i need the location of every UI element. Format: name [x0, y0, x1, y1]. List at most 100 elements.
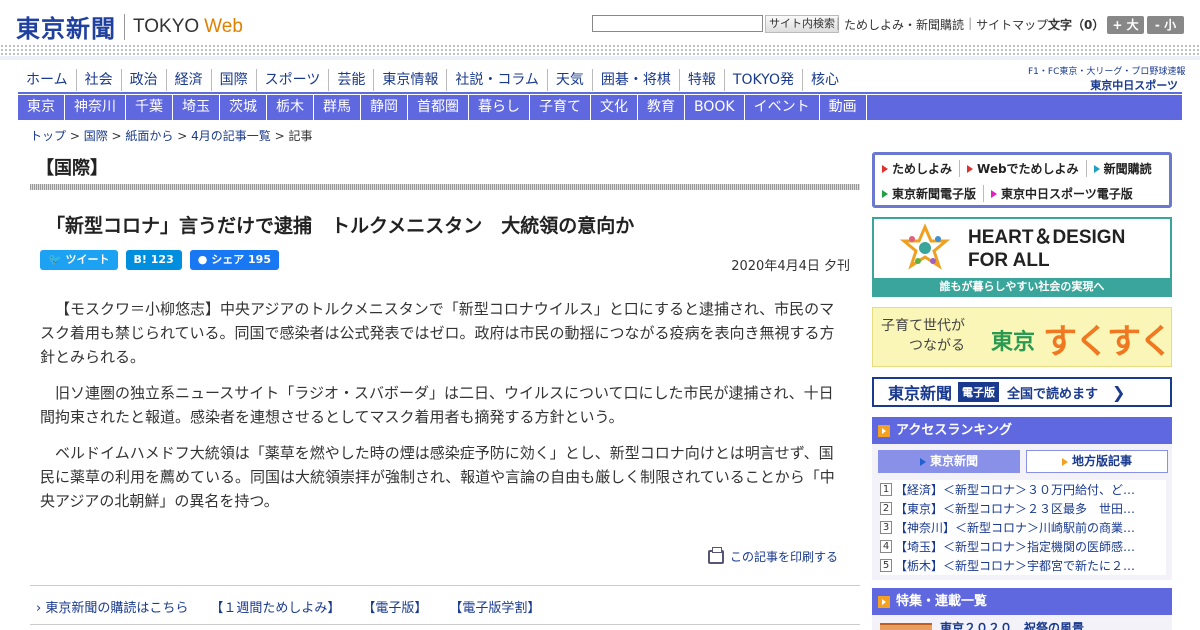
lnav-kosodate[interactable]: 子育て	[530, 95, 591, 120]
sports-banner-logo: 東京中日スポーツ	[1090, 79, 1178, 92]
nav-economy[interactable]: 経済	[165, 69, 211, 91]
ranking-item-text: 【栃木】＜新型コロナ＞宇都宮で新たに２…	[895, 559, 1136, 573]
sukusuku-tagline-2: つながる	[909, 338, 965, 354]
category-rule	[30, 184, 860, 190]
rank-number: 5	[880, 559, 892, 572]
nav-weather[interactable]: 天気	[546, 69, 592, 91]
sub-tokyo-digital-label: 東京新聞電子版	[892, 187, 977, 201]
nav-politics[interactable]: 政治	[120, 69, 166, 91]
feature-thumbnail[interactable]	[880, 623, 932, 630]
chunichi-sports-banner[interactable]: F1・FC東京・大リーグ・プロ野球速報 東京中日スポーツ	[1028, 64, 1185, 93]
lnav-shutoken[interactable]: 首都圏	[408, 95, 469, 120]
breadcrumb-international[interactable]: 国際	[84, 129, 108, 143]
ranking-item[interactable]: 4 【埼玉】＜新型コロナ＞指定機関の医師感…	[880, 537, 1166, 556]
lnav-tokyo[interactable]: 東京	[18, 95, 65, 120]
print-article-link[interactable]: この記事を印刷する	[708, 546, 838, 565]
hatena-bookmark-button[interactable]: B! 123	[125, 250, 182, 270]
ranking-item-text: 【埼玉】＜新型コロナ＞指定機関の医師感…	[895, 540, 1136, 554]
font-size-up-button[interactable]: + 大	[1107, 16, 1144, 34]
lnav-chiba[interactable]: 千葉	[126, 95, 173, 120]
sub-tokyo-digital-link[interactable]: 東京新聞電子版	[875, 185, 983, 202]
ebook-tag: 電子版	[958, 382, 1000, 402]
ranking-tabs: 東京新聞 地方版記事	[878, 450, 1168, 473]
breadcrumb-top[interactable]: トップ	[30, 129, 66, 143]
lnav-saitama[interactable]: 埼玉	[173, 95, 220, 120]
breadcrumb-print-edition[interactable]: 紙面から	[125, 129, 173, 143]
lnav-book[interactable]: BOOK	[685, 95, 745, 120]
search-input[interactable]	[592, 15, 763, 32]
triangle-right-icon	[882, 189, 888, 198]
font-size-down-button[interactable]: - 小	[1147, 16, 1184, 34]
top-link-subscribe[interactable]: ためしよみ・新聞購読	[844, 16, 964, 33]
nav-special[interactable]: 特報	[678, 69, 724, 91]
nav-entertainment[interactable]: 芸能	[328, 69, 373, 91]
triangle-right-icon	[991, 189, 998, 198]
ranking-item[interactable]: 3 【神奈川】＜新型コロナ＞川崎駅前の商業…	[880, 518, 1166, 537]
sub-trial-link[interactable]: ためしよみ	[875, 160, 959, 177]
sukusuku-banner[interactable]: 子育て世代が つながる 東京 すくすく	[872, 307, 1173, 367]
sub-chunichi-digital-label: 東京中日スポーツ電子版	[1001, 187, 1133, 201]
lnav-tochigi[interactable]: 栃木	[267, 95, 314, 120]
lnav-education[interactable]: 教育	[638, 95, 685, 120]
ranking-title: アクセスランキング	[896, 423, 1012, 438]
heart-design-banner[interactable]: HEART＆DESIGN FOR ALL 誰もが暮らしやすい社会の実現へ	[872, 217, 1172, 297]
lnav-ibaraki[interactable]: 茨城	[220, 95, 267, 120]
digital-student-link[interactable]: 【電子版学割】	[449, 597, 540, 616]
subscribe-link[interactable]: › 東京新聞の購読はこちら	[36, 597, 188, 616]
trial-week-link[interactable]: 【１週間ためしよみ】	[210, 597, 340, 616]
printer-icon	[708, 546, 724, 564]
lnav-gunma[interactable]: 群馬	[314, 95, 361, 120]
nav-international[interactable]: 国際	[210, 69, 256, 91]
feature-item-text[interactable]: 東京２０２０ 祝祭の風景	[940, 619, 1084, 630]
digital-edition-link[interactable]: 【電子版】	[362, 597, 427, 616]
heart-title-line2: FOR ALL	[968, 250, 1050, 271]
tab-tokyo-shimbun[interactable]: 東京新聞	[878, 450, 1020, 473]
rank-number: 3	[880, 521, 892, 534]
breadcrumb-april-list[interactable]: 4月の記事一覧	[191, 129, 271, 143]
heart-tagline: 誰もが暮らしやすい社会の実現へ	[874, 278, 1170, 295]
sukusuku-title: すくすく	[1043, 322, 1173, 362]
lnav-culture[interactable]: 文化	[591, 95, 638, 120]
ebook-logo: 東京新聞	[888, 384, 953, 403]
sub-subscribe-link[interactable]: 新聞購読	[1085, 160, 1159, 177]
tweet-button[interactable]: 🐦 ツイート	[40, 250, 118, 270]
global-nav: ホーム 社会 政治 経済 国際 スポーツ 芸能 東京情報 社説・コラム 天気 囲…	[18, 69, 847, 91]
lnav-kurashi[interactable]: 暮らし	[469, 95, 530, 120]
sukusuku-tagline: 子育て世代が つながる	[881, 316, 965, 356]
footer-rule-bottom	[30, 624, 860, 625]
flower-logo-icon	[899, 223, 951, 270]
ranking-item-text: 【経済】＜新型コロナ＞３０万円給付、ど…	[895, 483, 1136, 497]
nav-tokyo-info[interactable]: 東京情報	[373, 69, 446, 91]
facebook-share-button[interactable]: ● シェア 195	[189, 250, 279, 270]
top-link-sitemap[interactable]: サイトマップ	[976, 16, 1048, 33]
lnav-event[interactable]: イベント	[745, 95, 820, 120]
breadcrumb-sep: >	[66, 129, 84, 143]
digital-edition-banner[interactable]: 東京新聞 電子版 全国で読めます ❯	[872, 377, 1172, 407]
site-logo[interactable]: 東京新聞 TOKYO Web	[16, 9, 243, 44]
nav-tokyo-hatsu[interactable]: TOKYO発	[723, 69, 802, 91]
nav-home[interactable]: ホーム	[18, 69, 76, 91]
nav-editorial[interactable]: 社説・コラム	[446, 69, 547, 91]
ranking-item[interactable]: 1 【経済】＜新型コロナ＞３０万円給付、ど…	[880, 480, 1166, 499]
sub-web-trial-link[interactable]: Webでためしよみ	[959, 160, 1086, 177]
nav-kakushin[interactable]: 核心	[801, 69, 847, 91]
tab-local-articles[interactable]: 地方版記事	[1026, 450, 1168, 473]
lnav-kanagawa[interactable]: 神奈川	[65, 95, 126, 120]
sub-chunichi-digital-link[interactable]: 東京中日スポーツ電子版	[983, 185, 1140, 202]
breadcrumb-sep: >	[107, 129, 126, 143]
lnav-video[interactable]: 動画	[820, 95, 867, 120]
header-dotted-divider	[0, 44, 1200, 56]
tab-tokyo-shimbun-label: 東京新聞	[929, 454, 978, 468]
nav-society[interactable]: 社会	[75, 69, 121, 91]
site-search-button[interactable]: サイト内検索	[765, 15, 839, 33]
ranking-item[interactable]: 5 【栃木】＜新型コロナ＞宇都宮で新たに２…	[880, 556, 1166, 575]
sukusuku-tokyo: 東京	[991, 330, 1036, 355]
nav-igo-shogi[interactable]: 囲碁・将棋	[591, 69, 679, 91]
local-nav: 東京 神奈川 千葉 埼玉 茨城 栃木 群馬 静岡 首都圏 暮らし 子育て 文化 …	[18, 95, 1182, 120]
nav-sports[interactable]: スポーツ	[255, 69, 329, 91]
subscription-row-1: ためしよみ Webでためしよみ 新聞購読	[875, 156, 1169, 181]
triangle-right-icon	[1061, 457, 1068, 466]
triangle-right-icon	[1093, 164, 1100, 173]
lnav-shizuoka[interactable]: 静岡	[361, 95, 408, 120]
ranking-item[interactable]: 2 【東京】＜新型コロナ＞２３区最多 世田…	[880, 499, 1166, 518]
